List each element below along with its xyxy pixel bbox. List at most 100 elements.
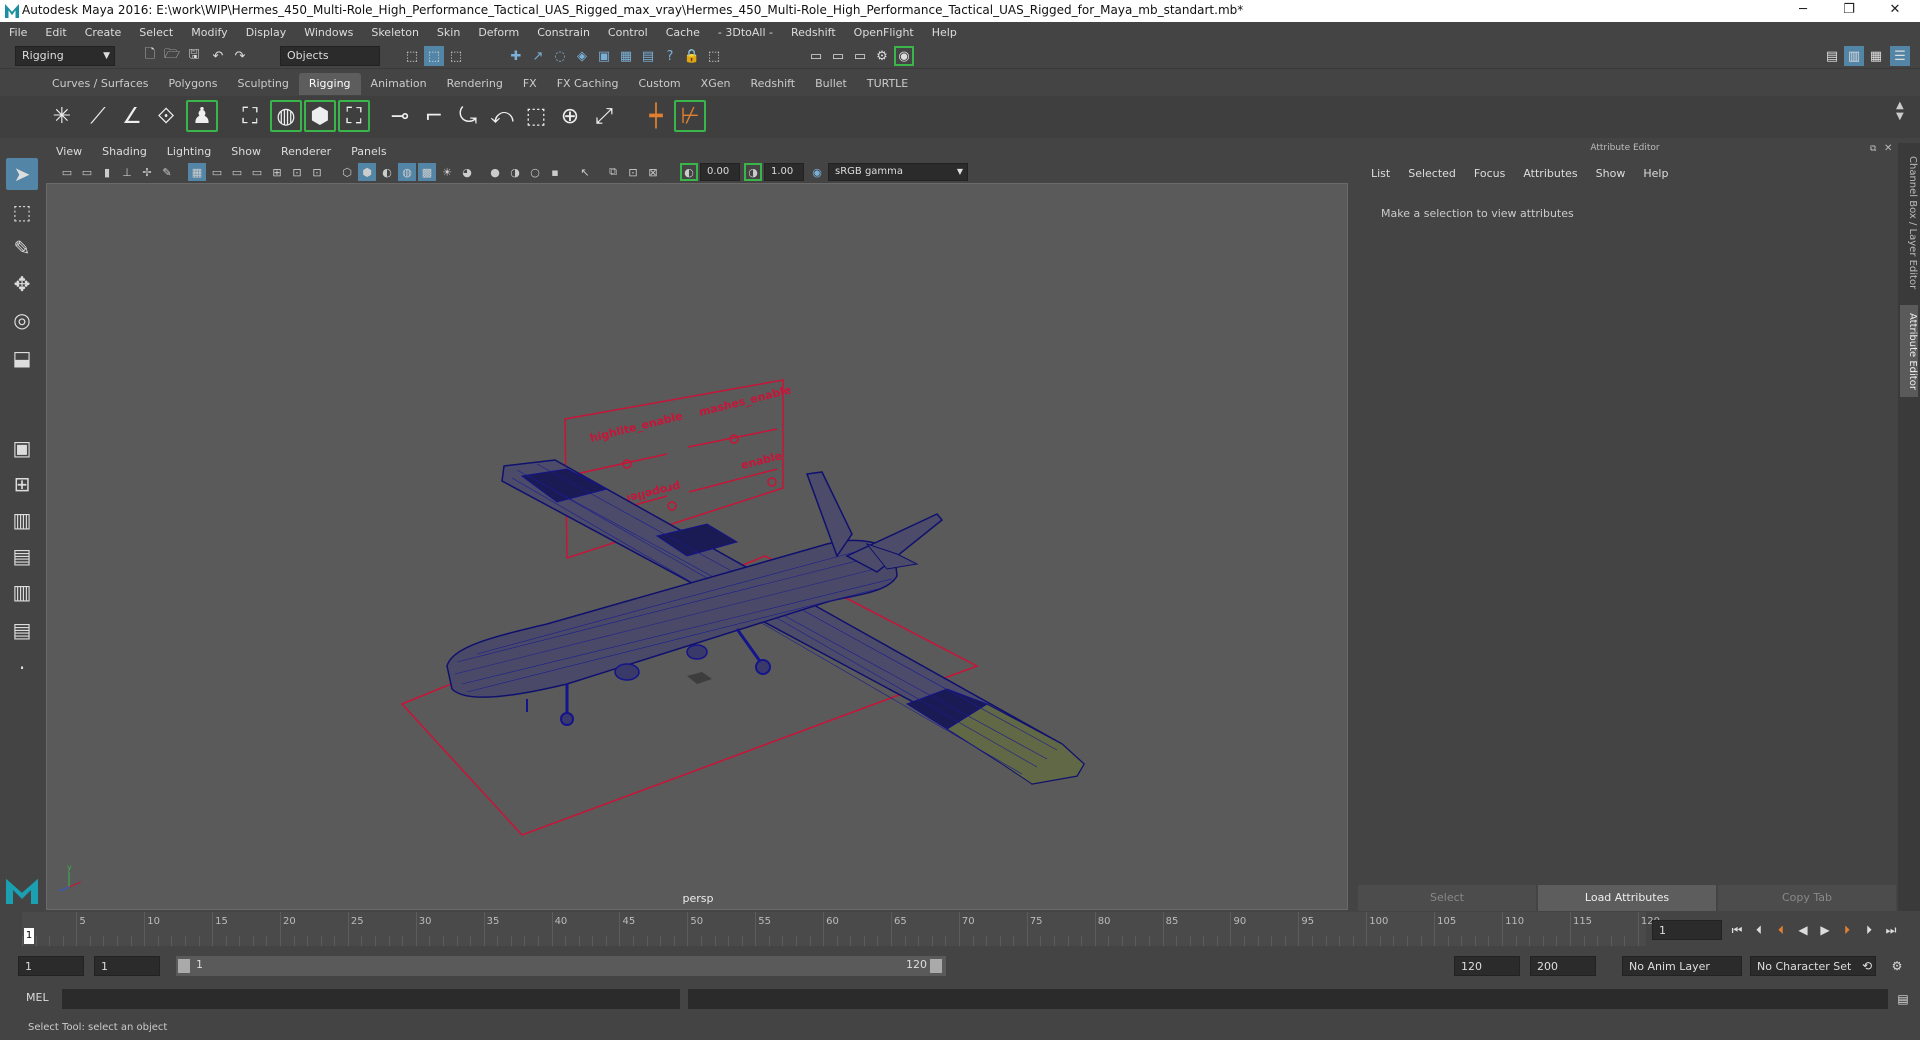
close-panel-icon[interactable]: ✕ bbox=[1884, 143, 1892, 154]
snap-curve-icon[interactable]: ↗ bbox=[528, 46, 548, 66]
locator-icon[interactable]: ⊸ bbox=[384, 100, 416, 132]
field-chart-icon[interactable]: ⊞ bbox=[268, 163, 286, 181]
undo-icon[interactable]: ↶ bbox=[208, 46, 228, 66]
viewport-menu-shading[interactable]: Shading bbox=[92, 143, 157, 161]
menu-select[interactable]: Select bbox=[130, 22, 182, 43]
view-transform-dropdown[interactable]: sRGB gamma ▼ bbox=[828, 163, 968, 181]
menu-openflight[interactable]: OpenFlight bbox=[845, 22, 923, 43]
exposure-field[interactable]: 0.00 bbox=[700, 163, 740, 181]
side-by-side-icon[interactable]: ▥ bbox=[6, 504, 38, 536]
menu-edit[interactable]: Edit bbox=[36, 22, 75, 43]
viewport-menu-lighting[interactable]: Lighting bbox=[157, 143, 221, 161]
attribute-editor-toggle-icon[interactable]: ▥ bbox=[1844, 46, 1864, 66]
redo-icon[interactable]: ↷ bbox=[230, 46, 250, 66]
persp-outliner-icon[interactable]: ▤ bbox=[6, 540, 38, 572]
menu-modify[interactable]: Modify bbox=[182, 22, 236, 43]
range-start-handle[interactable] bbox=[178, 959, 190, 973]
anti-alias-icon[interactable]: ○ bbox=[526, 163, 544, 181]
new-scene-icon[interactable]: 🗋 bbox=[140, 46, 160, 66]
minimize-button[interactable]: ─ bbox=[1780, 0, 1826, 22]
snap-surface-icon[interactable]: ▣ bbox=[594, 46, 614, 66]
menu-create[interactable]: Create bbox=[76, 22, 131, 43]
channel-box-toggle-icon[interactable]: ☰ bbox=[1890, 46, 1910, 66]
isolate-select-icon[interactable]: ↖ bbox=[576, 163, 594, 181]
selection-mask-dropdown[interactable]: Objects bbox=[280, 46, 380, 66]
select-lasso-icon[interactable]: ⬚ bbox=[704, 46, 724, 66]
gamma-field[interactable]: 1.00 bbox=[764, 163, 804, 181]
shelf-tab-polygons[interactable]: Polygons bbox=[159, 73, 228, 95]
menu-redshift[interactable]: Redshift bbox=[782, 22, 845, 43]
grid-toggle-icon[interactable]: ▦ bbox=[188, 163, 206, 181]
select-tool-icon[interactable]: ➤ bbox=[6, 158, 38, 190]
auto-key-icon[interactable]: ⟲ bbox=[1858, 957, 1876, 975]
play-forwards-icon[interactable]: ▶ bbox=[1816, 921, 1834, 939]
hypershade-icon[interactable]: ◉ bbox=[894, 46, 914, 66]
load-attributes-button[interactable]: Load Attributes bbox=[1538, 885, 1716, 911]
render-settings-icon[interactable]: ⚙ bbox=[872, 46, 892, 66]
save-scene-icon[interactable]: 🖫 bbox=[184, 46, 204, 66]
restore-button[interactable]: ❐ bbox=[1826, 0, 1872, 22]
attribute-menu-focus[interactable]: Focus bbox=[1465, 167, 1514, 180]
ik-handle-icon[interactable]: ⟋ bbox=[82, 100, 114, 132]
menu-windows[interactable]: Windows bbox=[295, 22, 362, 43]
layout-menu-icon[interactable]: · bbox=[6, 652, 38, 684]
uav-model[interactable] bbox=[446, 459, 1085, 785]
shelf-tab-sculpting[interactable]: Sculpting bbox=[227, 73, 298, 95]
shelf-plus-icon[interactable]: ┿ bbox=[640, 100, 672, 132]
humanik-icon[interactable]: ♟ bbox=[186, 100, 218, 132]
attribute-menu-attributes[interactable]: Attributes bbox=[1514, 167, 1586, 180]
use-all-lights-icon[interactable]: ☀ bbox=[438, 163, 456, 181]
parent-constraint-icon[interactable]: ⤺ bbox=[486, 100, 518, 132]
animation-end-field[interactable]: 200 bbox=[1530, 956, 1596, 976]
menu-skin[interactable]: Skin bbox=[428, 22, 469, 43]
shelf-tab-fx-caching[interactable]: FX Caching bbox=[547, 73, 629, 95]
attribute-menu-help[interactable]: Help bbox=[1634, 167, 1677, 180]
motion-blur-icon[interactable]: ◑ bbox=[506, 163, 524, 181]
xray-icon[interactable]: ▩ bbox=[418, 163, 436, 181]
rotate-tool-icon[interactable]: ◎ bbox=[6, 304, 38, 336]
menu-3dtoall[interactable]: - 3DtoAll - bbox=[709, 22, 782, 43]
menu-set-dropdown[interactable]: Rigging ▼ bbox=[15, 46, 115, 66]
safe-title-icon[interactable]: ⊡ bbox=[308, 163, 326, 181]
attribute-menu-selected[interactable]: Selected bbox=[1399, 167, 1465, 180]
image-plane-icon[interactable]: ⊥ bbox=[118, 163, 136, 181]
animation-prefs-icon[interactable]: ⚙ bbox=[1888, 957, 1906, 975]
component-xray-icon[interactable]: ⊠ bbox=[644, 163, 662, 181]
select-object-icon[interactable]: ⬚ bbox=[424, 46, 444, 66]
menu-help[interactable]: Help bbox=[923, 22, 966, 43]
tool-settings-toggle-icon[interactable]: ▦ bbox=[1866, 46, 1886, 66]
camera-attributes-icon[interactable]: ▭ bbox=[78, 163, 96, 181]
animation-start-field[interactable]: 1 bbox=[18, 956, 84, 976]
open-scene-icon[interactable]: 🗁 bbox=[162, 46, 182, 66]
ipr-render-icon[interactable]: ▭ bbox=[850, 46, 870, 66]
shelf-tab-xgen[interactable]: XGen bbox=[691, 73, 741, 95]
step-back-key-icon[interactable]: ⏴ bbox=[1750, 921, 1768, 939]
exposure-icon[interactable]: ◐ bbox=[680, 163, 698, 181]
smooth-shade-icon[interactable]: ⬢ bbox=[358, 163, 376, 181]
four-view-icon[interactable]: ⊞ bbox=[6, 468, 38, 500]
safe-action-icon[interactable]: ⊡ bbox=[288, 163, 306, 181]
mel-label[interactable]: MEL bbox=[26, 991, 49, 1004]
current-frame-field[interactable]: 1 bbox=[1652, 920, 1722, 940]
menu-constrain[interactable]: Constrain bbox=[528, 22, 599, 43]
viewport-menu-show[interactable]: Show bbox=[221, 143, 271, 161]
step-forward-frame-icon[interactable]: ⏵ bbox=[1838, 921, 1856, 939]
menu-file[interactable]: File bbox=[0, 22, 36, 43]
resolution-gate-icon[interactable]: ▭ bbox=[228, 163, 246, 181]
channel-box-tab[interactable]: Channel Box / Layer Editor bbox=[1900, 153, 1918, 293]
scale-tool-icon[interactable]: ⬓ bbox=[6, 342, 38, 374]
snap-plane-icon[interactable]: ◈ bbox=[572, 46, 592, 66]
shelf-scroll-icon[interactable]: ▲ ▼ bbox=[1896, 100, 1904, 122]
playback-end-field[interactable]: 120 bbox=[1454, 956, 1520, 976]
cluster-icon[interactable]: ⛶ bbox=[338, 100, 370, 132]
snap-view-icon[interactable]: ▦ bbox=[616, 46, 636, 66]
close-button[interactable]: ✕ bbox=[1872, 0, 1918, 22]
workspace-layout-icon[interactable]: ▤ bbox=[1822, 46, 1842, 66]
depth-of-field-icon[interactable]: ▪ bbox=[546, 163, 564, 181]
render-current-icon[interactable]: ▭ bbox=[828, 46, 848, 66]
menu-cache[interactable]: Cache bbox=[657, 22, 709, 43]
smooth-skin-icon[interactable]: ◍ bbox=[270, 100, 302, 132]
snap-grid-icon[interactable]: ✚ bbox=[506, 46, 526, 66]
select-camera-icon[interactable]: ▭ bbox=[58, 163, 76, 181]
time-slider[interactable]: 5 10 15 20 25 30 35 40 45 50 55 60 65 70 75 80 85 90 95 100… bbox=[22, 912, 1660, 946]
